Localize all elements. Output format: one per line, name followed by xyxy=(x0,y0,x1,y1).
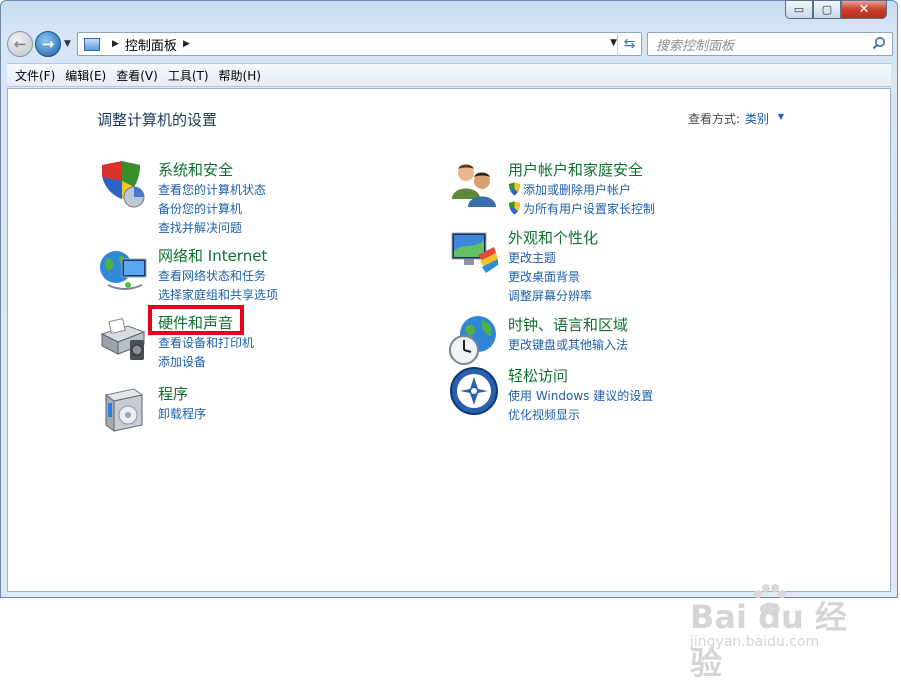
category-title[interactable]: 轻松访问 xyxy=(508,365,568,386)
back-arrow-icon: ← xyxy=(13,35,27,53)
link-desktop-background[interactable]: 更改桌面背景 xyxy=(508,268,580,285)
close-icon: ✕ xyxy=(858,2,870,17)
link-label: 添加或删除用户帐户 xyxy=(523,183,632,197)
category-title[interactable]: 用户帐户和家庭安全 xyxy=(508,159,643,180)
control-panel-icon xyxy=(84,37,100,51)
maximize-button[interactable]: ▢ xyxy=(813,0,841,19)
address-dropdown-icon[interactable]: ▼ xyxy=(610,38,617,48)
link-change-keyboard[interactable]: 更改键盘或其他输入法 xyxy=(508,336,628,353)
printer-hardware-icon[interactable] xyxy=(98,312,150,364)
back-button[interactable]: ← xyxy=(7,31,33,57)
category-title[interactable]: 时钟、语言和区域 xyxy=(508,314,628,335)
maximize-icon: ▢ xyxy=(821,3,833,16)
link-view-computer-status[interactable]: 查看您的计算机状态 xyxy=(158,181,266,198)
user-accounts-icon[interactable] xyxy=(448,159,500,211)
link-network-status[interactable]: 查看网络状态和任务 xyxy=(158,267,266,284)
network-globe-icon[interactable] xyxy=(98,245,150,297)
menu-edit[interactable]: 编辑(E) xyxy=(60,65,111,86)
menu-help[interactable]: 帮助(H) xyxy=(214,65,266,86)
link-troubleshoot[interactable]: 查找并解决问题 xyxy=(158,219,242,236)
page-title: 调整计算机的设置 xyxy=(97,111,218,129)
category-title[interactable]: 程序 xyxy=(158,383,188,404)
link-add-device[interactable]: 添加设备 xyxy=(158,353,206,370)
address-bar[interactable]: ▶ 控制面板 ▶ ▼ xyxy=(77,32,642,56)
breadcrumb-chevron-icon[interactable]: ▶ xyxy=(183,39,190,49)
forward-arrow-icon: → xyxy=(41,35,55,53)
menu-file[interactable]: 文件(F) xyxy=(10,65,60,86)
link-devices-printers[interactable]: 查看设备和打印机 xyxy=(158,334,254,351)
link-screen-resolution[interactable]: 调整屏幕分辨率 xyxy=(508,287,592,304)
link-change-theme[interactable]: 更改主题 xyxy=(508,249,556,266)
view-by-chevron-icon[interactable]: ▼ xyxy=(778,112,784,121)
baidu-jingyan-watermark: Bai du 经验 jingyan.baidu.com xyxy=(690,584,870,682)
clock-globe-icon[interactable] xyxy=(448,314,500,366)
link-label: 为所有用户设置家长控制 xyxy=(523,202,656,216)
menu-tools[interactable]: 工具(T) xyxy=(163,65,214,86)
menu-bar: 文件(F) 编辑(E) 查看(V) 工具(T) 帮助(H) xyxy=(7,63,891,87)
link-optimize-visual-display[interactable]: 优化视频显示 xyxy=(508,406,580,423)
highlight-annotation-box xyxy=(148,305,244,335)
uac-shield-icon xyxy=(509,182,520,196)
caption-buttons: ▭ ▢ ✕ xyxy=(785,0,887,19)
view-by-label: 查看方式: xyxy=(687,112,740,126)
minimize-button[interactable]: ▭ xyxy=(785,0,813,19)
refresh-icon: ⇆ xyxy=(623,36,636,52)
content-pane: 调整计算机的设置 查看方式: 类别 ▼ 系统和安全 查看您的计算机状态 备份您的… xyxy=(7,88,891,592)
link-uninstall-program[interactable]: 卸载程序 xyxy=(158,405,206,422)
category-title[interactable]: 网络和 Internet xyxy=(158,245,267,266)
programs-box-icon[interactable] xyxy=(98,383,150,435)
breadcrumb-chevron-icon[interactable]: ▶ xyxy=(112,39,119,49)
minimize-icon: ▭ xyxy=(793,3,805,16)
menu-view[interactable]: 查看(V) xyxy=(111,65,163,86)
ease-of-access-icon[interactable] xyxy=(448,365,500,417)
search-placeholder: 搜索控制面板 xyxy=(656,38,735,54)
link-parental-controls[interactable]: 为所有用户设置家长控制 xyxy=(508,200,655,217)
navigation-bar: ← → ▼ ▶ 控制面板 ▶ ▼ ⇆ 搜索控制面板 xyxy=(7,29,893,61)
close-button[interactable]: ✕ xyxy=(841,0,887,19)
search-box[interactable]: 搜索控制面板 xyxy=(647,32,893,56)
control-panel-window: ▭ ▢ ✕ ← → ▼ ▶ 控制面板 ▶ ▼ ⇆ 搜索控制面板 文件(F) 编辑… xyxy=(0,0,898,598)
link-homegroup-sharing[interactable]: 选择家庭组和共享选项 xyxy=(158,286,278,303)
search-icon[interactable] xyxy=(872,36,886,50)
link-backup-computer[interactable]: 备份您的计算机 xyxy=(158,200,242,217)
link-windows-recommended-settings[interactable]: 使用 Windows 建议的设置 xyxy=(508,387,653,404)
system-security-shield-icon[interactable] xyxy=(98,159,150,211)
watermark-url: jingyan.baidu.com xyxy=(690,634,820,650)
refresh-button[interactable]: ⇆ xyxy=(617,32,641,56)
uac-shield-icon xyxy=(509,201,520,215)
view-by-dropdown[interactable]: 类别 xyxy=(745,110,769,127)
appearance-monitor-icon[interactable] xyxy=(448,227,500,279)
breadcrumb-control-panel[interactable]: 控制面板 xyxy=(125,35,177,54)
category-title[interactable]: 外观和个性化 xyxy=(508,227,598,248)
forward-button[interactable]: → xyxy=(35,31,61,57)
link-add-remove-accounts[interactable]: 添加或删除用户帐户 xyxy=(508,181,631,198)
recent-pages-dropdown[interactable]: ▼ xyxy=(64,39,71,49)
category-title[interactable]: 系统和安全 xyxy=(158,159,233,180)
